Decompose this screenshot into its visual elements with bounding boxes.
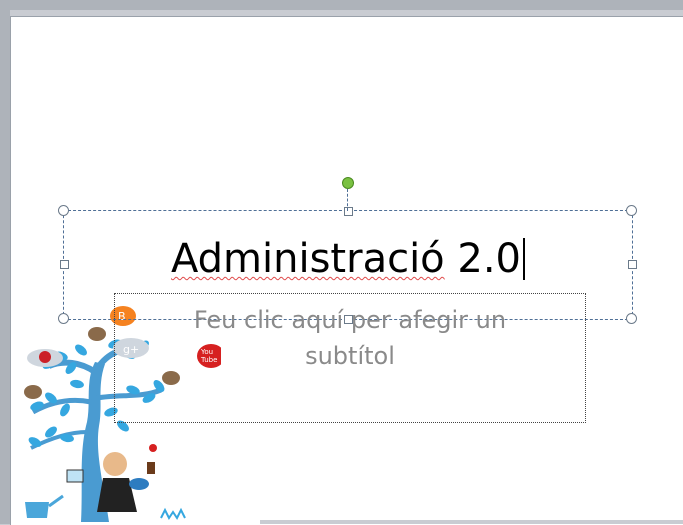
resize-handle-top-right[interactable] [626, 205, 637, 216]
resize-handle-right[interactable] [628, 260, 637, 269]
rotate-handle[interactable] [342, 177, 354, 189]
window-frame-left [0, 0, 10, 524]
resize-handle-bottom-left[interactable] [58, 313, 69, 324]
subtitle-line-2: subtítol [305, 342, 395, 370]
title-text[interactable]: Administració 2.0 [64, 237, 632, 281]
subtitle-placeholder[interactable]: Feu clic aquí per afegir un subtítol [114, 293, 586, 423]
resize-handle-bottom-right[interactable] [626, 313, 637, 324]
resize-handle-left[interactable] [60, 260, 69, 269]
subtitle-line-1: Feu clic aquí per afegir un [193, 306, 507, 334]
resize-handle-top[interactable] [344, 207, 353, 216]
window-frame-top [0, 0, 683, 10]
window-frame-bottom [260, 520, 683, 524]
title-version: 2.0 [444, 236, 521, 282]
slide-canvas[interactable]: g+ B You Tube Administració 2.0 Feu clic… [10, 16, 683, 525]
title-word-spellcheck: Administració [171, 236, 445, 282]
subtitle-placeholder-text[interactable]: Feu clic aquí per afegir un subtítol [115, 302, 585, 374]
text-caret [522, 238, 525, 280]
resize-handle-top-left[interactable] [58, 205, 69, 216]
rotate-handle-stem [347, 189, 348, 211]
